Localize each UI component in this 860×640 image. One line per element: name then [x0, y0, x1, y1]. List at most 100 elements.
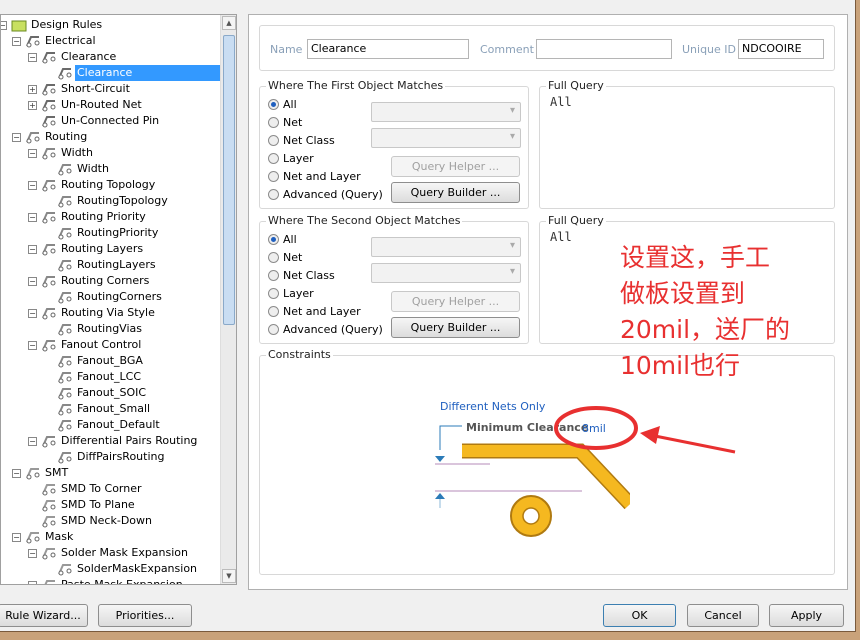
- radio-icon[interactable]: [268, 170, 279, 182]
- priorities-button[interactable]: Priorities...: [98, 604, 192, 627]
- radio-icon[interactable]: [268, 98, 279, 110]
- full-query-text[interactable]: All: [550, 95, 572, 109]
- radio-icon[interactable]: [268, 233, 279, 245]
- tree-item[interactable]: SMT: [25, 465, 70, 481]
- cancel-button[interactable]: Cancel: [687, 604, 759, 627]
- tree-item[interactable]: Clearance: [41, 49, 118, 65]
- collapse-icon[interactable]: −: [28, 149, 37, 158]
- tree-item[interactable]: Fanout_Small: [57, 401, 152, 417]
- collapse-icon[interactable]: −: [12, 133, 21, 142]
- collapse-icon[interactable]: −: [28, 549, 37, 558]
- collapse-icon[interactable]: −: [28, 581, 37, 584]
- collapse-icon[interactable]: −: [12, 469, 21, 478]
- comment-input[interactable]: [536, 39, 672, 59]
- tree-item[interactable]: Differential Pairs Routing: [41, 433, 199, 449]
- tree-item[interactable]: RoutingCorners: [57, 289, 164, 305]
- radio-icon[interactable]: [268, 152, 279, 164]
- tree-item[interactable]: Electrical: [25, 33, 98, 49]
- collapse-icon[interactable]: −: [28, 245, 37, 254]
- collapse-icon[interactable]: −: [12, 37, 21, 46]
- tree-item[interactable]: Routing Corners: [41, 273, 151, 289]
- expand-icon[interactable]: +: [28, 101, 37, 110]
- full-query-text[interactable]: All: [550, 230, 572, 244]
- tree-item[interactable]: Fanout_SOIC: [57, 385, 148, 401]
- rule-wizard-button[interactable]: Rule Wizard...: [0, 604, 88, 627]
- collapse-icon[interactable]: −: [12, 533, 21, 542]
- query-builder-button[interactable]: Query Builder ...: [391, 317, 520, 338]
- tree-item[interactable]: RoutingLayers: [57, 257, 158, 273]
- tree-item[interactable]: Width: [57, 161, 111, 177]
- collapse-icon[interactable]: −: [28, 53, 37, 62]
- query-helper-button[interactable]: Query Helper ...: [391, 291, 520, 312]
- tree-item[interactable]: SolderMaskExpansion: [57, 561, 199, 577]
- collapse-icon[interactable]: −: [28, 181, 37, 190]
- radio-icon[interactable]: [268, 287, 279, 299]
- radio-layer[interactable]: Layer: [268, 151, 314, 167]
- tree-item[interactable]: Paste Mask Expansion: [41, 577, 185, 584]
- collapse-icon[interactable]: −: [28, 213, 37, 222]
- radio-net-class[interactable]: Net Class: [268, 133, 335, 149]
- tree-item[interactable]: Design Rules: [11, 17, 104, 33]
- radio-icon[interactable]: [268, 134, 279, 146]
- tree-item[interactable]: Routing Via Style: [41, 305, 157, 321]
- tree-item[interactable]: RoutingTopology: [57, 193, 170, 209]
- tree-item[interactable]: Fanout_Default: [57, 417, 162, 433]
- tree-item[interactable]: SMD Neck-Down: [41, 513, 154, 529]
- collapse-icon[interactable]: −: [28, 309, 37, 318]
- radio-net-and-layer[interactable]: Net and Layer: [268, 169, 361, 185]
- tree-item[interactable]: Fanout_BGA: [57, 353, 145, 369]
- net-dropdown[interactable]: [371, 237, 521, 257]
- radio-net[interactable]: Net: [268, 250, 302, 266]
- radio-net-class[interactable]: Net Class: [268, 268, 335, 284]
- radio-icon[interactable]: [268, 251, 279, 263]
- query-helper-button[interactable]: Query Helper ...: [391, 156, 520, 177]
- tree-item[interactable]: Fanout_LCC: [57, 369, 143, 385]
- net-dropdown[interactable]: [371, 102, 521, 122]
- collapse-icon[interactable]: −: [28, 277, 37, 286]
- tree-item[interactable]: Routing: [25, 129, 89, 145]
- net-class-dropdown[interactable]: [371, 128, 521, 148]
- name-input[interactable]: Clearance: [307, 39, 469, 59]
- tree-item[interactable]: Width: [41, 145, 95, 161]
- radio-advanced-query-[interactable]: Advanced (Query): [268, 187, 383, 203]
- query-builder-button[interactable]: Query Builder ...: [391, 182, 520, 203]
- tree-item[interactable]: DiffPairsRouting: [57, 449, 166, 465]
- tree-item[interactable]: Mask: [25, 529, 75, 545]
- tree-item[interactable]: RoutingPriority: [57, 225, 160, 241]
- tree-item[interactable]: RoutingVias: [57, 321, 144, 337]
- scroll-up-button[interactable]: ▲: [222, 16, 236, 30]
- tree-scrollbar[interactable]: ▲ ▼: [220, 15, 236, 584]
- tree-item[interactable]: Clearance: [57, 65, 221, 81]
- collapse-icon[interactable]: −: [28, 437, 37, 446]
- tree-item[interactable]: Un-Connected Pin: [41, 113, 161, 129]
- net-class-dropdown[interactable]: [371, 263, 521, 283]
- radio-icon[interactable]: [268, 116, 279, 128]
- radio-icon[interactable]: [268, 188, 279, 200]
- radio-icon[interactable]: [268, 323, 279, 335]
- ok-button[interactable]: OK: [603, 604, 676, 627]
- radio-all[interactable]: All: [268, 97, 297, 113]
- tree-item[interactable]: Routing Priority: [41, 209, 148, 225]
- tree-item[interactable]: Fanout Control: [41, 337, 143, 353]
- tree-item[interactable]: SMD To Corner: [41, 481, 144, 497]
- tree-item[interactable]: Solder Mask Expansion: [41, 545, 190, 561]
- radio-icon[interactable]: [268, 305, 279, 317]
- tree-item[interactable]: Short-Circuit: [41, 81, 132, 97]
- apply-button[interactable]: Apply: [769, 604, 844, 627]
- tree-item[interactable]: Routing Topology: [41, 177, 157, 193]
- expand-icon[interactable]: +: [28, 85, 37, 94]
- unique-id-input[interactable]: NDCOOIRE: [738, 39, 824, 59]
- radio-net[interactable]: Net: [268, 115, 302, 131]
- tree-item[interactable]: SMD To Plane: [41, 497, 137, 513]
- radio-layer[interactable]: Layer: [268, 286, 314, 302]
- radio-icon[interactable]: [268, 269, 279, 281]
- collapse-icon[interactable]: −: [1, 21, 7, 30]
- tree-item[interactable]: Routing Layers: [41, 241, 145, 257]
- collapse-icon[interactable]: −: [28, 341, 37, 350]
- scroll-down-button[interactable]: ▼: [222, 569, 236, 583]
- radio-all[interactable]: All: [268, 232, 297, 248]
- radio-advanced-query-[interactable]: Advanced (Query): [268, 322, 383, 338]
- radio-net-and-layer[interactable]: Net and Layer: [268, 304, 361, 320]
- tree-item[interactable]: Un-Routed Net: [41, 97, 144, 113]
- scroll-thumb[interactable]: [223, 35, 235, 325]
